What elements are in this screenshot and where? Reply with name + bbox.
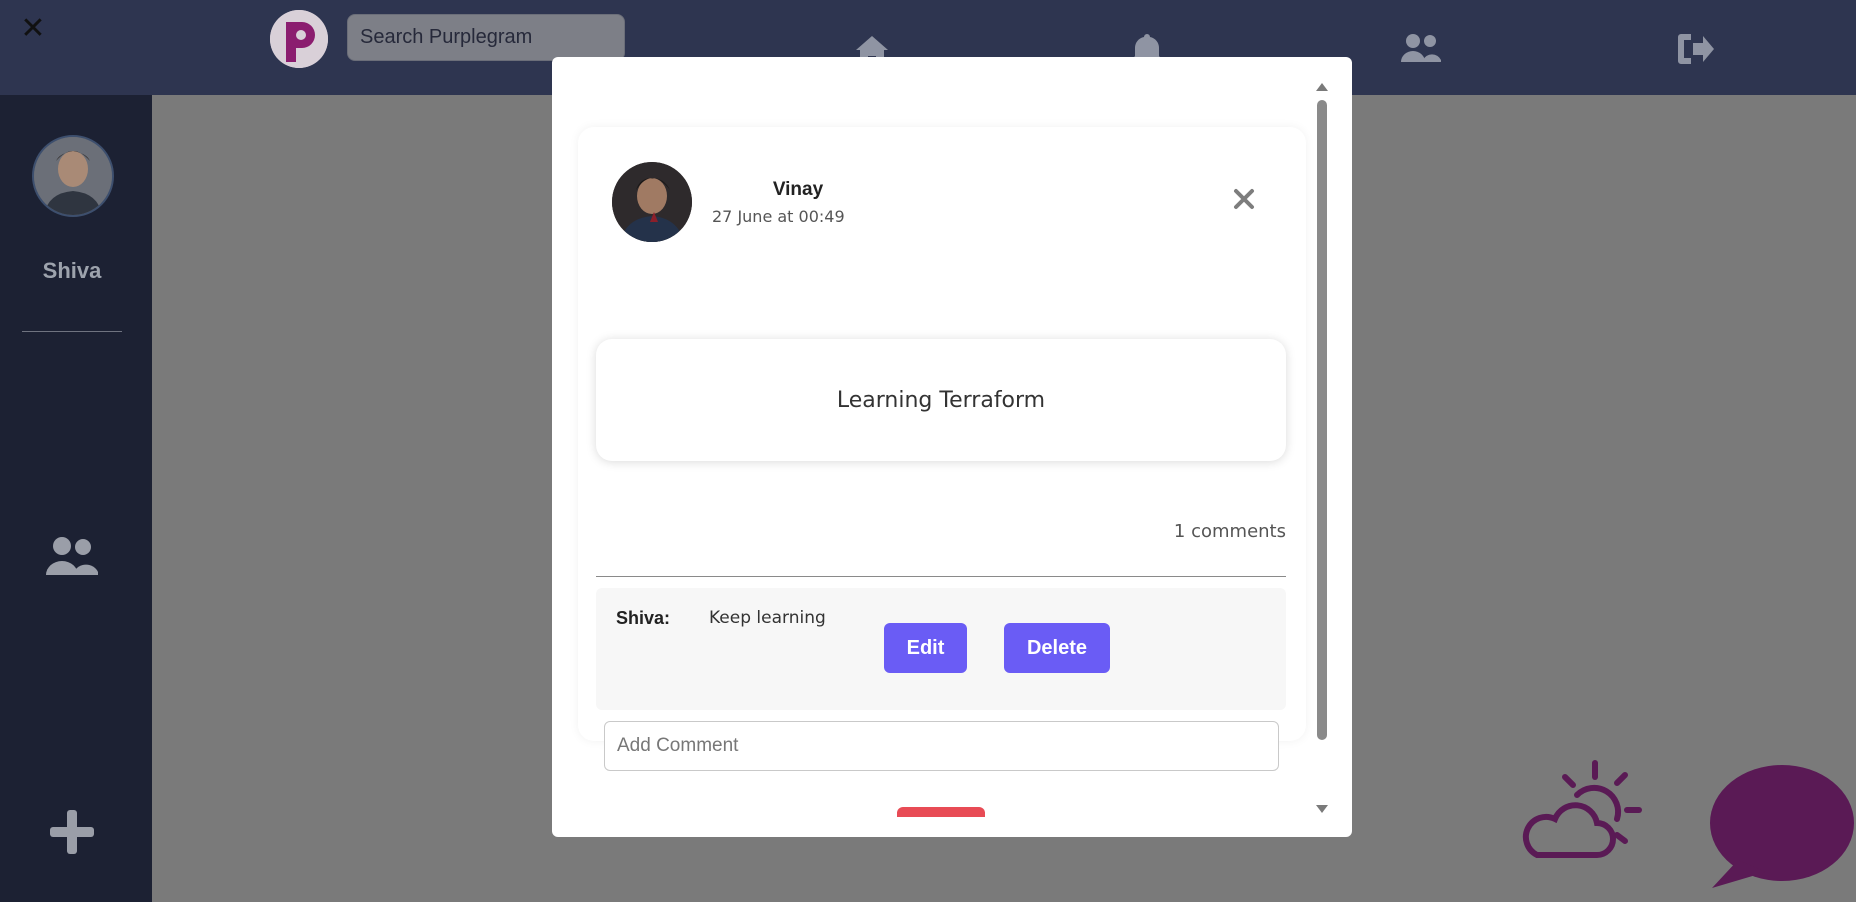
- post-author[interactable]: Vinay: [712, 179, 884, 201]
- user-name: Shiva: [42, 258, 102, 283]
- delete-comment-button[interactable]: Delete: [1004, 623, 1110, 673]
- post-timestamp: 27 June at 00:49: [712, 207, 845, 226]
- comment-count: 1 comments: [1173, 521, 1286, 542]
- divider: [22, 331, 122, 332]
- users-icon[interactable]: [45, 535, 99, 579]
- close-icon[interactable]: [1230, 185, 1258, 213]
- divider: [596, 576, 1286, 577]
- sign-out-icon[interactable]: [1677, 32, 1715, 66]
- modal-scrollbar[interactable]: [1312, 83, 1332, 813]
- comment-text: Keep learning: [709, 608, 826, 628]
- search-input[interactable]: [347, 14, 625, 61]
- users-icon[interactable]: [1400, 32, 1442, 66]
- scrollbar-thumb[interactable]: [1317, 100, 1327, 740]
- left-sidebar: Shiva: [0, 95, 152, 902]
- post-card: Vinay 27 June at 00:49 Learning Terrafor…: [578, 127, 1306, 771]
- edit-comment-button[interactable]: Edit: [884, 623, 967, 673]
- delete-post-button[interactable]: [897, 807, 985, 817]
- scroll-up-arrow-icon[interactable]: [1316, 83, 1328, 91]
- comment-author: Shiva:: [616, 608, 671, 628]
- post-text: Learning Terraform: [836, 387, 1046, 413]
- weather-icon[interactable]: [1515, 755, 1645, 865]
- chat-icon[interactable]: [1708, 760, 1856, 890]
- avatar[interactable]: [32, 135, 114, 217]
- scroll-down-arrow-icon[interactable]: [1316, 805, 1328, 813]
- close-icon[interactable]: ✕: [18, 14, 48, 44]
- avatar[interactable]: [612, 162, 692, 242]
- post-modal: Vinay 27 June at 00:49 Learning Terrafor…: [552, 57, 1352, 837]
- add-comment-input[interactable]: [604, 721, 1279, 771]
- purplegram-logo[interactable]: [270, 10, 328, 68]
- plus-icon[interactable]: [47, 807, 97, 857]
- post-content: Learning Terraform: [596, 339, 1286, 461]
- comment-item: Shiva: Keep learning Edit Delete: [596, 588, 1286, 710]
